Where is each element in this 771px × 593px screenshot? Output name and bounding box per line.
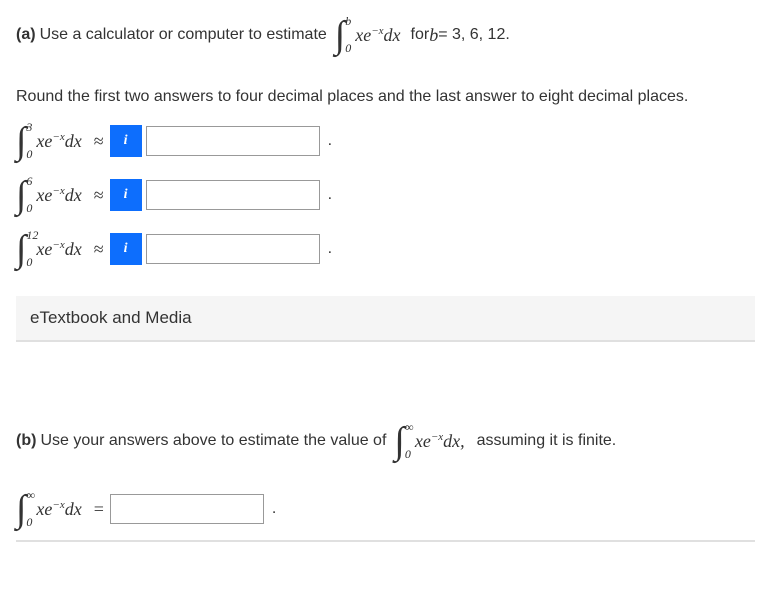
part-a-var-b: b bbox=[429, 25, 438, 46]
answer-row: ∫ 12 0 xe−xdx ≈ i . bbox=[16, 226, 755, 272]
answer-input-b6[interactable] bbox=[146, 180, 320, 210]
part-b-text-before: Use your answers above to estimate the v… bbox=[40, 432, 386, 450]
info-button[interactable]: i bbox=[110, 233, 142, 265]
part-b-text-after: assuming it is finite. bbox=[477, 432, 617, 450]
etextbook-media-bar[interactable]: eTextbook and Media bbox=[16, 296, 755, 342]
answers-stack: ∫ 3 0 xe−xdx ≈ i . ∫ 6 0 xe−xdx ≈ i . ∫ bbox=[16, 118, 755, 272]
answer-input-b12[interactable] bbox=[146, 234, 320, 264]
period: . bbox=[272, 500, 276, 518]
info-button[interactable]: i bbox=[110, 179, 142, 211]
answer-input-b3[interactable] bbox=[146, 126, 320, 156]
part-a-text-before: Use a calculator or computer to estimate bbox=[40, 26, 327, 44]
answer-row: ∫ 6 0 xe−xdx ≈ i . bbox=[16, 172, 755, 218]
inf-integral: ∫ ∞ 0 xe−xdx, bbox=[394, 422, 464, 460]
part-b-prompt: (b) Use your answers above to estimate t… bbox=[16, 422, 755, 460]
period: . bbox=[328, 240, 332, 258]
part-a-vals: = 3, 6, 12. bbox=[438, 26, 510, 44]
part-a-text-for: for bbox=[411, 26, 430, 44]
part-a-label: (a) bbox=[16, 26, 36, 44]
period: . bbox=[328, 186, 332, 204]
info-button[interactable]: i bbox=[110, 125, 142, 157]
answer-row: ∫ 3 0 xe−xdx ≈ i . bbox=[16, 118, 755, 164]
round-instruction: Round the first two answers to four deci… bbox=[16, 88, 755, 106]
part-a-prompt: (a) Use a calculator or computer to esti… bbox=[16, 16, 755, 54]
top-integral: ∫ b 0 xe−xdx bbox=[335, 16, 401, 54]
part-b-label: (b) bbox=[16, 432, 36, 450]
top-integrand: xe−xdx bbox=[355, 25, 400, 46]
final-answer-row: ∫ ∞ 0 xe−xdx = . bbox=[16, 490, 755, 542]
period: . bbox=[328, 132, 332, 150]
answer-input-final[interactable] bbox=[110, 494, 264, 524]
